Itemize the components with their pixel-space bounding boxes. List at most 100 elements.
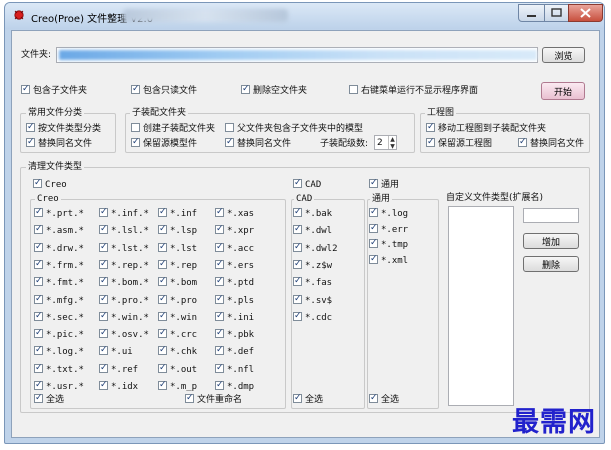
checkbox-mark [293,258,302,270]
cad-select-all-checkbox[interactable]: 全选 [293,392,323,406]
creo-type-checkbox[interactable]: *.log.* [34,344,84,358]
creo-select-all-checkbox[interactable]: 全选 [34,392,64,406]
creo-type-checkbox[interactable]: *.xpr [215,223,254,237]
folder-path-input[interactable] [56,47,538,63]
subassembly-level-spinner[interactable]: 2 ▲ ▼ [374,135,397,150]
creo-type-checkbox[interactable]: *.pls [215,293,254,307]
creo-type-checkbox[interactable]: *.lst [158,241,197,255]
cad-type-checkbox[interactable]: *.sv$ [293,293,332,307]
spin-up-icon[interactable]: ▲ [389,136,396,143]
creo-type-checkbox[interactable]: *.def [215,344,254,358]
creo-type-checkbox[interactable]: *.lsp [158,223,197,237]
creo-type-checkbox[interactable]: *.osv.* [99,327,149,341]
spin-down-icon[interactable]: ▼ [389,143,396,150]
cad-type-checkbox[interactable]: *.dwl2 [293,241,338,255]
browse-button[interactable]: 浏览 [542,47,585,63]
creo-type-checkbox[interactable]: *.m_p [158,379,197,393]
common-replace-same-checkbox[interactable]: 替换同名文件 [26,136,92,150]
creo-toggle-checkbox[interactable]: Creo [33,177,67,191]
creo-type-checkbox[interactable]: *.crc [158,327,197,341]
subassembly-replace-same-checkbox[interactable]: 替换同名文件 [225,136,291,150]
classify-by-type-checkbox[interactable]: 按文件类型分类 [26,121,101,135]
creo-type-checkbox[interactable]: *.frm.* [34,258,84,272]
custom-extension-input[interactable] [523,208,579,223]
file-type-label: *.err [381,224,409,235]
general-select-all-checkbox[interactable]: 全选 [369,392,399,406]
creo-type-checkbox[interactable]: *.pro.* [99,293,149,307]
checkbox-mark [369,392,378,404]
creo-type-checkbox[interactable]: *.rep.* [99,258,149,272]
checkbox-mark [99,293,108,305]
parent-contains-children-checkbox[interactable]: 父文件夹包含子文件夹中的模型 [225,123,363,135]
creo-type-checkbox[interactable]: *.inf.* [99,206,149,220]
creo-type-checkbox[interactable]: *.lsl.* [99,223,149,237]
creo-type-checkbox[interactable]: *.ref [99,362,138,376]
creo-type-checkbox[interactable]: *.nfl [215,362,254,376]
creo-type-checkbox[interactable]: *.mfg.* [34,293,84,307]
creo-type-checkbox[interactable]: *.prt.* [34,206,84,220]
cad-toggle-checkbox[interactable]: CAD [293,177,321,191]
creo-type-checkbox[interactable]: *.pro [158,293,197,307]
general-toggle-checkbox[interactable]: 通用 [369,177,399,191]
general-type-checkbox[interactable]: *.xml [369,253,408,267]
general-type-checkbox[interactable]: *.tmp [369,237,408,251]
add-type-button[interactable]: 增加 [523,233,579,249]
general-type-checkbox[interactable]: *.err [369,222,409,236]
context-menu-silent-checkbox[interactable]: 右键菜单运行不显示程序界面 [349,85,478,97]
creo-type-checkbox[interactable]: *.pic.* [34,327,84,341]
creo-type-checkbox[interactable]: *.bom [158,275,197,289]
custom-types-listbox[interactable] [448,206,514,406]
creo-type-checkbox[interactable]: *.win [158,310,197,324]
cad-type-checkbox[interactable]: *.cdc [293,310,332,324]
delete-type-button[interactable]: 删除 [523,256,579,272]
spinner-arrows[interactable]: ▲ ▼ [388,136,396,149]
keep-source-drawing-checkbox[interactable]: 保留源工程图 [426,136,492,150]
creo-type-checkbox[interactable]: *.dmp [215,379,254,393]
creo-type-checkbox[interactable]: *.rep [158,258,197,272]
creo-type-checkbox[interactable]: *.chk [158,344,197,358]
move-drawing-checkbox[interactable]: 移动工程图到子装配文件夹 [426,121,546,135]
include-readonly-checkbox[interactable]: 包含只读文件 [131,83,197,97]
creo-type-checkbox[interactable]: *.ptd [215,275,254,289]
creo-type-checkbox[interactable]: *.xas [215,206,254,220]
cad-type-checkbox[interactable]: *.dwl [293,223,332,237]
checkbox-mark [293,310,302,322]
creo-type-checkbox[interactable]: *.out [158,362,197,376]
creo-type-checkbox[interactable]: *.ers [215,258,254,272]
creo-type-checkbox[interactable]: *.win.* [99,310,149,324]
creo-type-checkbox[interactable]: *.drw.* [34,241,84,255]
subassembly-title: 子装配文件夹 [130,107,189,119]
general-type-checkbox[interactable]: *.log [369,206,408,220]
cad-type-checkbox[interactable]: *.fas [293,275,332,289]
title-bar[interactable]: Creo(Proe) 文件整理 V2.0 [5,3,604,29]
create-subassembly-folder-checkbox[interactable]: 创建子装配文件夹 [131,123,215,135]
creo-type-checkbox[interactable]: *.fmt.* [34,275,84,289]
cad-type-checkbox[interactable]: *.z$w [293,258,332,272]
file-rename-checkbox[interactable]: 文件重命名 [185,392,242,406]
delete-empty-folders-checkbox[interactable]: 删除空文件夹 [241,83,307,97]
creo-type-checkbox[interactable]: *.idx [99,379,138,393]
checkbox-mark [215,241,224,253]
checkbox-mark [131,123,140,132]
creo-type-checkbox[interactable]: *.lst.* [99,241,149,255]
creo-type-checkbox[interactable]: *.pbk [215,327,254,341]
checkbox-mark [26,136,35,148]
start-button[interactable]: 开始 [541,82,585,100]
checkbox-mark [131,83,140,95]
creo-type-checkbox[interactable]: *.sec.* [34,310,84,324]
drawing-replace-same-checkbox[interactable]: 替换同名文件 [518,136,584,150]
creo-type-checkbox[interactable]: *.ini [215,310,254,324]
maximize-button[interactable] [544,4,569,22]
creo-type-checkbox[interactable]: *.usr.* [34,379,84,393]
minimize-button[interactable] [518,4,545,22]
creo-type-checkbox[interactable]: *.txt.* [34,362,84,376]
creo-type-checkbox[interactable]: *.acc [215,241,254,255]
creo-type-checkbox[interactable]: *.bom.* [99,275,149,289]
include-subfolders-checkbox[interactable]: 包含子文件夹 [21,83,87,97]
creo-type-checkbox[interactable]: *.ui [99,344,133,358]
keep-source-model-checkbox[interactable]: 保留源模型件 [131,136,197,150]
creo-type-checkbox[interactable]: *.inf [158,206,197,220]
cad-type-checkbox[interactable]: *.bak [293,206,332,220]
creo-type-checkbox[interactable]: *.asm.* [34,223,84,237]
close-button[interactable] [568,4,603,22]
